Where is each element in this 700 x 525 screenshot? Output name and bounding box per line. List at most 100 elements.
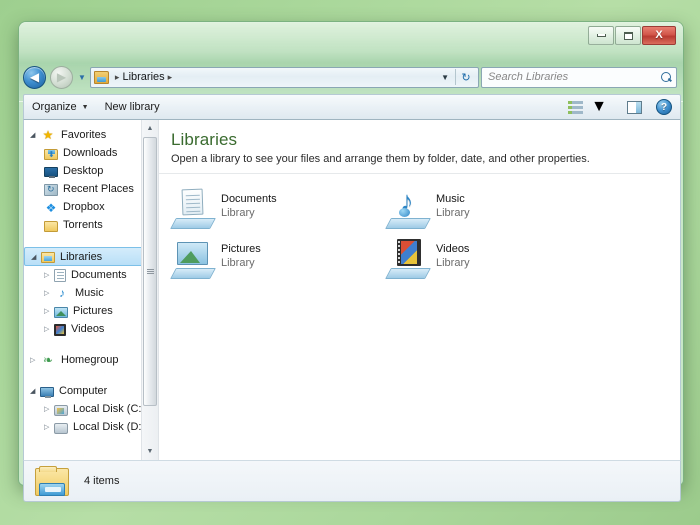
music-library-icon: ♪ <box>59 286 65 300</box>
breadcrumb-separator-2[interactable]: ▸ <box>165 72 176 83</box>
documents-library-icon <box>170 186 217 232</box>
change-view-button[interactable]: ▼ <box>564 96 611 118</box>
sidebar-label: Dropbox <box>63 201 105 213</box>
sidebar-label: Torrents <box>63 219 103 231</box>
sidebar-item-downloads[interactable]: Downloads <box>24 144 158 162</box>
twisty-icon[interactable]: ▷ <box>44 307 54 315</box>
window-body: ◢ ★ Favorites Downloads Desktop Recent P… <box>23 120 681 460</box>
scrollbar-track[interactable] <box>142 137 158 443</box>
chevron-down-icon: ▼ <box>591 98 607 115</box>
sidebar-item-favorites[interactable]: ◢ ★ Favorites <box>24 126 158 144</box>
address-bar[interactable]: ▸ Libraries ▸ ▼ ↻ <box>89 66 479 88</box>
sidebar-label: Pictures <box>73 305 113 317</box>
navigation-row: ◀ ▶ ▼ ▸ Libraries ▸ ▼ ↻ <box>19 64 683 90</box>
sidebar-label: Music <box>75 287 104 299</box>
navigation-pane: ◢ ★ Favorites Downloads Desktop Recent P… <box>24 120 158 460</box>
documents-library-icon <box>54 269 66 282</box>
new-library-button[interactable]: New library <box>97 98 168 116</box>
library-tile-videos[interactable]: Videos Library <box>385 234 601 284</box>
sidebar-item-desktop[interactable]: Desktop <box>24 162 158 180</box>
explorer-window: X ◀ ▶ ▼ ▸ Libraries ▸ ▼ ↻ Search Librari… <box>18 21 684 502</box>
refresh-icon[interactable]: ↻ <box>456 71 476 84</box>
pictures-library-icon <box>170 236 217 282</box>
close-icon: X <box>655 29 663 41</box>
minimize-button[interactable] <box>588 26 614 45</box>
twisty-icon[interactable]: ◢ <box>30 131 40 139</box>
dropbox-icon: ❖ <box>45 200 57 215</box>
tile-type: Library <box>221 207 255 219</box>
forward-button[interactable]: ▶ <box>50 65 73 89</box>
item-count-label: 4 items <box>84 475 120 487</box>
search-box[interactable] <box>481 66 677 88</box>
sidebar-item-dropbox[interactable]: ❖ Dropbox <box>24 198 158 216</box>
help-icon[interactable]: ? <box>656 99 672 115</box>
twisty-icon[interactable]: ▷ <box>44 289 54 297</box>
tile-text: Documents Library <box>217 186 277 219</box>
windows-disk-icon <box>54 404 68 416</box>
twisty-icon[interactable]: ▷ <box>44 405 54 413</box>
library-tile-documents[interactable]: Documents Library <box>170 184 386 234</box>
tile-name: Music <box>436 193 465 205</box>
organize-label: Organize <box>32 101 77 113</box>
organize-button[interactable]: Organize ▼ <box>24 98 97 116</box>
search-input[interactable] <box>486 70 661 84</box>
sidebar-label: Videos <box>71 323 105 335</box>
tile-name: Pictures <box>221 243 261 255</box>
sidebar-item-recent-places[interactable]: Recent Places <box>24 180 158 198</box>
sidebar-item-videos[interactable]: ▷ Videos <box>24 320 158 338</box>
desktop-monitor-icon <box>44 167 58 178</box>
recent-places-icon <box>44 183 58 196</box>
sidebar-item-pictures[interactable]: ▷ Pictures <box>24 302 158 320</box>
desktop-background: X ◀ ▶ ▼ ▸ Libraries ▸ ▼ ↻ Search Librari… <box>0 0 700 525</box>
twisty-icon[interactable]: ▷ <box>30 356 40 364</box>
sidebar-label: Homegroup <box>61 354 119 366</box>
twisty-icon[interactable]: ◢ <box>30 387 40 395</box>
sidebar-scrollbar[interactable]: ▲ ▼ <box>141 120 158 460</box>
library-tile-music[interactable]: ♪ Music Library <box>385 184 601 234</box>
page-subtitle: Open a library to see your files and arr… <box>171 153 590 165</box>
sidebar-item-local-disk-c[interactable]: ▷ Local Disk (C:) <box>24 400 158 418</box>
command-bar: Organize ▼ New library ▼ ? <box>23 94 681 120</box>
library-tile-pictures[interactable]: Pictures Library <box>170 234 386 284</box>
content-pane: Libraries Open a library to see your fil… <box>159 120 680 460</box>
maximize-icon <box>623 31 633 40</box>
breadcrumb-libraries[interactable]: Libraries <box>122 71 164 83</box>
sidebar-label: Downloads <box>63 147 118 159</box>
library-grid: Documents Library ♪ Music Library Pictur… <box>170 174 680 284</box>
forward-arrow-icon: ▶ <box>56 70 67 84</box>
twisty-icon[interactable]: ▷ <box>44 271 54 279</box>
sidebar-item-torrents[interactable]: Torrents <box>24 216 158 234</box>
sidebar-item-libraries[interactable]: ◢ Libraries <box>24 247 156 266</box>
libraries-folder-icon <box>32 464 72 498</box>
status-bar: 4 items <box>23 460 681 502</box>
tile-type: Library <box>221 257 255 269</box>
twisty-icon[interactable]: ◢ <box>31 253 41 261</box>
close-button[interactable]: X <box>642 26 676 45</box>
sidebar-label: Desktop <box>63 165 104 177</box>
history-dropdown-icon[interactable]: ▼ <box>78 73 86 82</box>
videos-library-icon <box>54 323 66 336</box>
maximize-button[interactable] <box>615 26 641 45</box>
sidebar-item-music[interactable]: ▷ ♪ Music <box>24 284 158 302</box>
sidebar-label: Favorites <box>61 129 107 141</box>
window-caption-buttons: X <box>587 26 676 45</box>
scroll-up-icon[interactable]: ▲ <box>142 120 159 137</box>
back-arrow-icon: ◀ <box>29 70 40 84</box>
sidebar-label: Local Disk (D:) <box>73 421 146 433</box>
sidebar-item-documents[interactable]: ▷ Documents <box>24 266 158 284</box>
tile-name: Videos <box>436 243 470 255</box>
sidebar-item-local-disk-d[interactable]: ▷ Local Disk (D:) <box>24 418 158 436</box>
address-dropdown-icon[interactable]: ▼ <box>435 73 455 82</box>
minimize-icon <box>596 34 606 37</box>
twisty-icon[interactable]: ▷ <box>44 325 54 333</box>
computer-icon <box>40 387 54 398</box>
sidebar-item-homegroup[interactable]: ▷ ❧ Homegroup <box>24 351 158 369</box>
twisty-icon[interactable]: ▷ <box>44 423 54 431</box>
sidebar-label: Documents <box>71 269 127 281</box>
back-button[interactable]: ◀ <box>23 65 46 89</box>
preview-pane-button[interactable] <box>623 99 646 116</box>
scroll-down-icon[interactable]: ▼ <box>142 443 159 460</box>
sidebar-item-computer[interactable]: ◢ Computer <box>24 382 158 400</box>
scrollbar-thumb[interactable] <box>143 137 157 407</box>
